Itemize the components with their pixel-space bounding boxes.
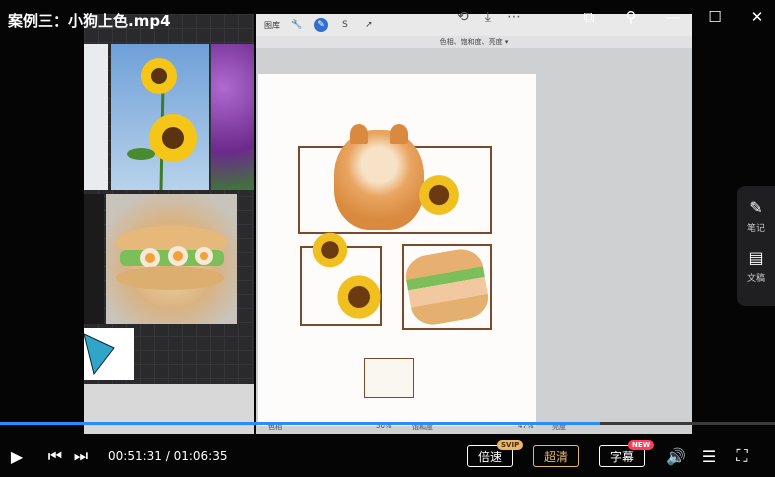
total-time: 01:06:35 (173, 449, 228, 463)
current-time: 00:51:31 (108, 449, 162, 463)
progress-fill (0, 422, 600, 425)
gallery-thumb-hydrangea[interactable] (211, 44, 254, 190)
more-icon[interactable]: ⋯ (507, 9, 521, 25)
progress-bar[interactable] (0, 422, 775, 425)
side-item-notes[interactable]: ✎ 笔记 (746, 198, 766, 234)
subtitle-label: 字幕 (609, 449, 634, 464)
window-controls: ⧉ ⚲ — ☐ ✕ (579, 8, 767, 26)
app-top-icons: ⟲ ⤓ ⋯ (457, 9, 521, 25)
volume-icon[interactable]: 🔊 (664, 440, 688, 472)
picture-in-picture-icon[interactable]: ⧉ (579, 8, 599, 26)
control-bar: ▶ ⏮ ⏭ 00:51:31 / 01:06:35 倍速 SVIP 超清 字幕 … (0, 440, 775, 472)
adjust-sliders: 色相 50% 饱和度 47% 亮度 (256, 422, 692, 434)
document-icon: ▤ (748, 248, 764, 267)
sunflower-illustration (334, 272, 384, 322)
pin-icon[interactable]: ⚲ (621, 8, 641, 26)
adjust-bar[interactable]: 色相、饱和度、亮度 ▾ (256, 36, 692, 48)
sandwich-image (116, 226, 228, 290)
sunflower-image (127, 58, 197, 190)
share-icon[interactable]: ⟲ (457, 9, 469, 25)
playlist-icon[interactable]: ☰ (698, 440, 720, 472)
speed-label: 倍速 (477, 449, 502, 464)
chevron-down-icon: ▾ (502, 38, 509, 46)
gallery-thumb-sandwich[interactable] (106, 194, 237, 324)
play-icon[interactable]: ▶ (6, 440, 28, 472)
side-panel: ✎ 笔记 ▤ 文稿 (737, 186, 775, 306)
gallery-thumb-sunflower[interactable] (111, 44, 209, 190)
player-window: 图库 🔧 ✎ S ➚ 色相、饱和度、亮度 ▾ 色相 50% 饱和度 47% 亮度… (0, 0, 775, 477)
quality-button[interactable]: 超清 (533, 445, 579, 467)
side-item-label: 笔记 (746, 224, 765, 234)
notes-icon: ✎ (749, 198, 763, 217)
butterfly-image (84, 333, 115, 376)
time-separator: / (165, 449, 174, 463)
gallery-thumb-butterfly[interactable] (84, 328, 134, 380)
quality-label: 超清 (543, 449, 568, 464)
side-item-document[interactable]: ▤ 文稿 (746, 248, 766, 284)
reference-gallery (84, 14, 254, 434)
gift-sketch (364, 358, 414, 398)
next-icon[interactable]: ⏭ (70, 440, 92, 472)
wrench-icon[interactable]: 🔧 (290, 18, 304, 32)
close-icon[interactable]: ✕ (747, 8, 767, 26)
selection-icon[interactable]: S (338, 18, 352, 32)
drawing-canvas[interactable] (258, 74, 536, 426)
gallery-thumb[interactable] (84, 194, 104, 324)
side-item-label: 文稿 (746, 274, 765, 284)
sunflower-illustration (310, 230, 350, 270)
gallery-thumb-screenshot[interactable] (84, 384, 254, 434)
svip-badge: SVIP (497, 440, 524, 450)
maximize-icon[interactable]: ☐ (705, 8, 725, 26)
video-title: 案例三：小狗上色.mp4 (8, 12, 171, 30)
adjust-icon[interactable]: ✎ (314, 18, 328, 32)
time-display: 00:51:31 / 01:06:35 (108, 449, 228, 463)
sunflower-illustration (416, 172, 462, 218)
fullscreen-icon[interactable]: ⛶ (731, 440, 753, 472)
download-icon[interactable]: ⤓ (485, 9, 491, 25)
gallery-button[interactable]: 图库 (264, 20, 280, 31)
adjust-label: 色相、饱和度、亮度 (439, 38, 503, 46)
dog-illustration (334, 124, 424, 230)
transform-icon[interactable]: ➚ (362, 18, 376, 32)
minimize-icon[interactable]: — (663, 8, 683, 26)
gallery-thumb[interactable] (84, 44, 108, 190)
new-badge: NEW (628, 440, 655, 450)
previous-icon[interactable]: ⏮ (44, 440, 66, 472)
